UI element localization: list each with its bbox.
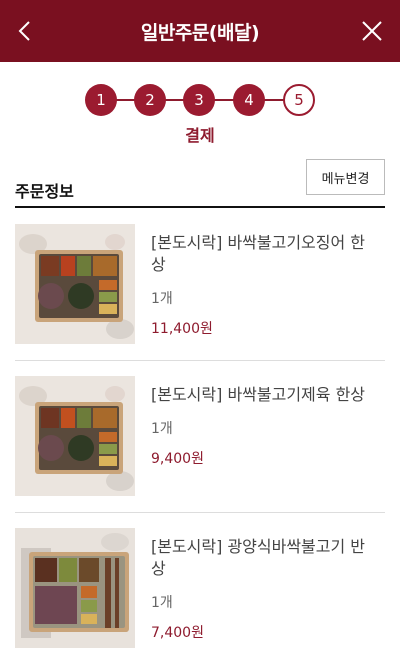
item-name: [본도시락] 바싹불고기제육 한상 [151,385,366,404]
item-quantity: 1개 [151,595,173,611]
step-4: 4 [233,84,265,116]
food-image [15,224,135,344]
step-5-current: 5 [283,84,315,116]
order-info-header: 주문정보 메뉴변경 [15,158,385,208]
section-title: 주문정보 [15,182,74,201]
current-step-label: 결제 [185,126,215,145]
step-2: 2 [134,84,166,116]
item-name: [본도시락] 바싹불고기오징어 한상 [151,233,366,274]
item-info: [본도시락] 광양식바싹불고기 반상 1개 7,400원 [151,536,371,642]
item-price: 7,400원 [151,625,204,641]
item-info: [본도시락] 바싹불고기제육 한상 1개 9,400원 [151,384,371,468]
item-quantity: 1개 [151,421,173,437]
item-info: [본도시락] 바싹불고기오징어 한상 1개 11,400원 [151,232,371,338]
item-price: 9,400원 [151,451,204,467]
close-icon[interactable] [358,17,386,45]
food-image [15,528,135,648]
food-image [15,376,135,496]
item-quantity: 1개 [151,291,173,307]
step-1: 1 [85,84,117,116]
divider [15,360,385,361]
back-arrow-icon[interactable] [12,17,40,45]
page-title: 일반주문(배달) [140,21,260,44]
change-menu-button[interactable]: 메뉴변경 [306,159,385,195]
order-stepper: 1 2 3 4 5 [85,84,315,116]
step-3: 3 [183,84,215,116]
item-name: [본도시락] 광양식바싹불고기 반상 [151,537,366,578]
item-price: 11,400원 [151,321,213,337]
app-header: 일반주문(배달) [0,0,400,62]
divider [15,512,385,513]
